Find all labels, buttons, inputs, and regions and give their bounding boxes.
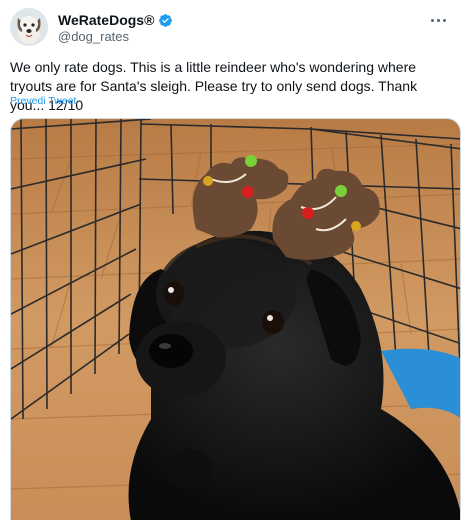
more-options-icon[interactable] [425,10,451,30]
translate-tweet-link[interactable]: Prevedi Tweet [10,95,76,107]
tweet-media[interactable] [10,118,461,520]
black-puppy-with-reindeer-antlers-photo [11,119,460,520]
dog-avatar-icon [10,8,48,46]
author-name-row: WeRateDogs® [58,12,173,28]
verified-badge-icon [159,13,173,27]
author-avatar[interactable] [10,8,48,46]
author-handle[interactable]: @dog_rates [58,29,129,44]
author-display-name[interactable]: WeRateDogs® [58,12,154,28]
tweet-header: WeRateDogs® @dog_rates [10,8,453,48]
tweet-text: We only rate dogs. This is a little rein… [10,59,418,113]
tweet-card: WeRateDogs® @dog_rates We only rate dogs… [0,0,463,520]
